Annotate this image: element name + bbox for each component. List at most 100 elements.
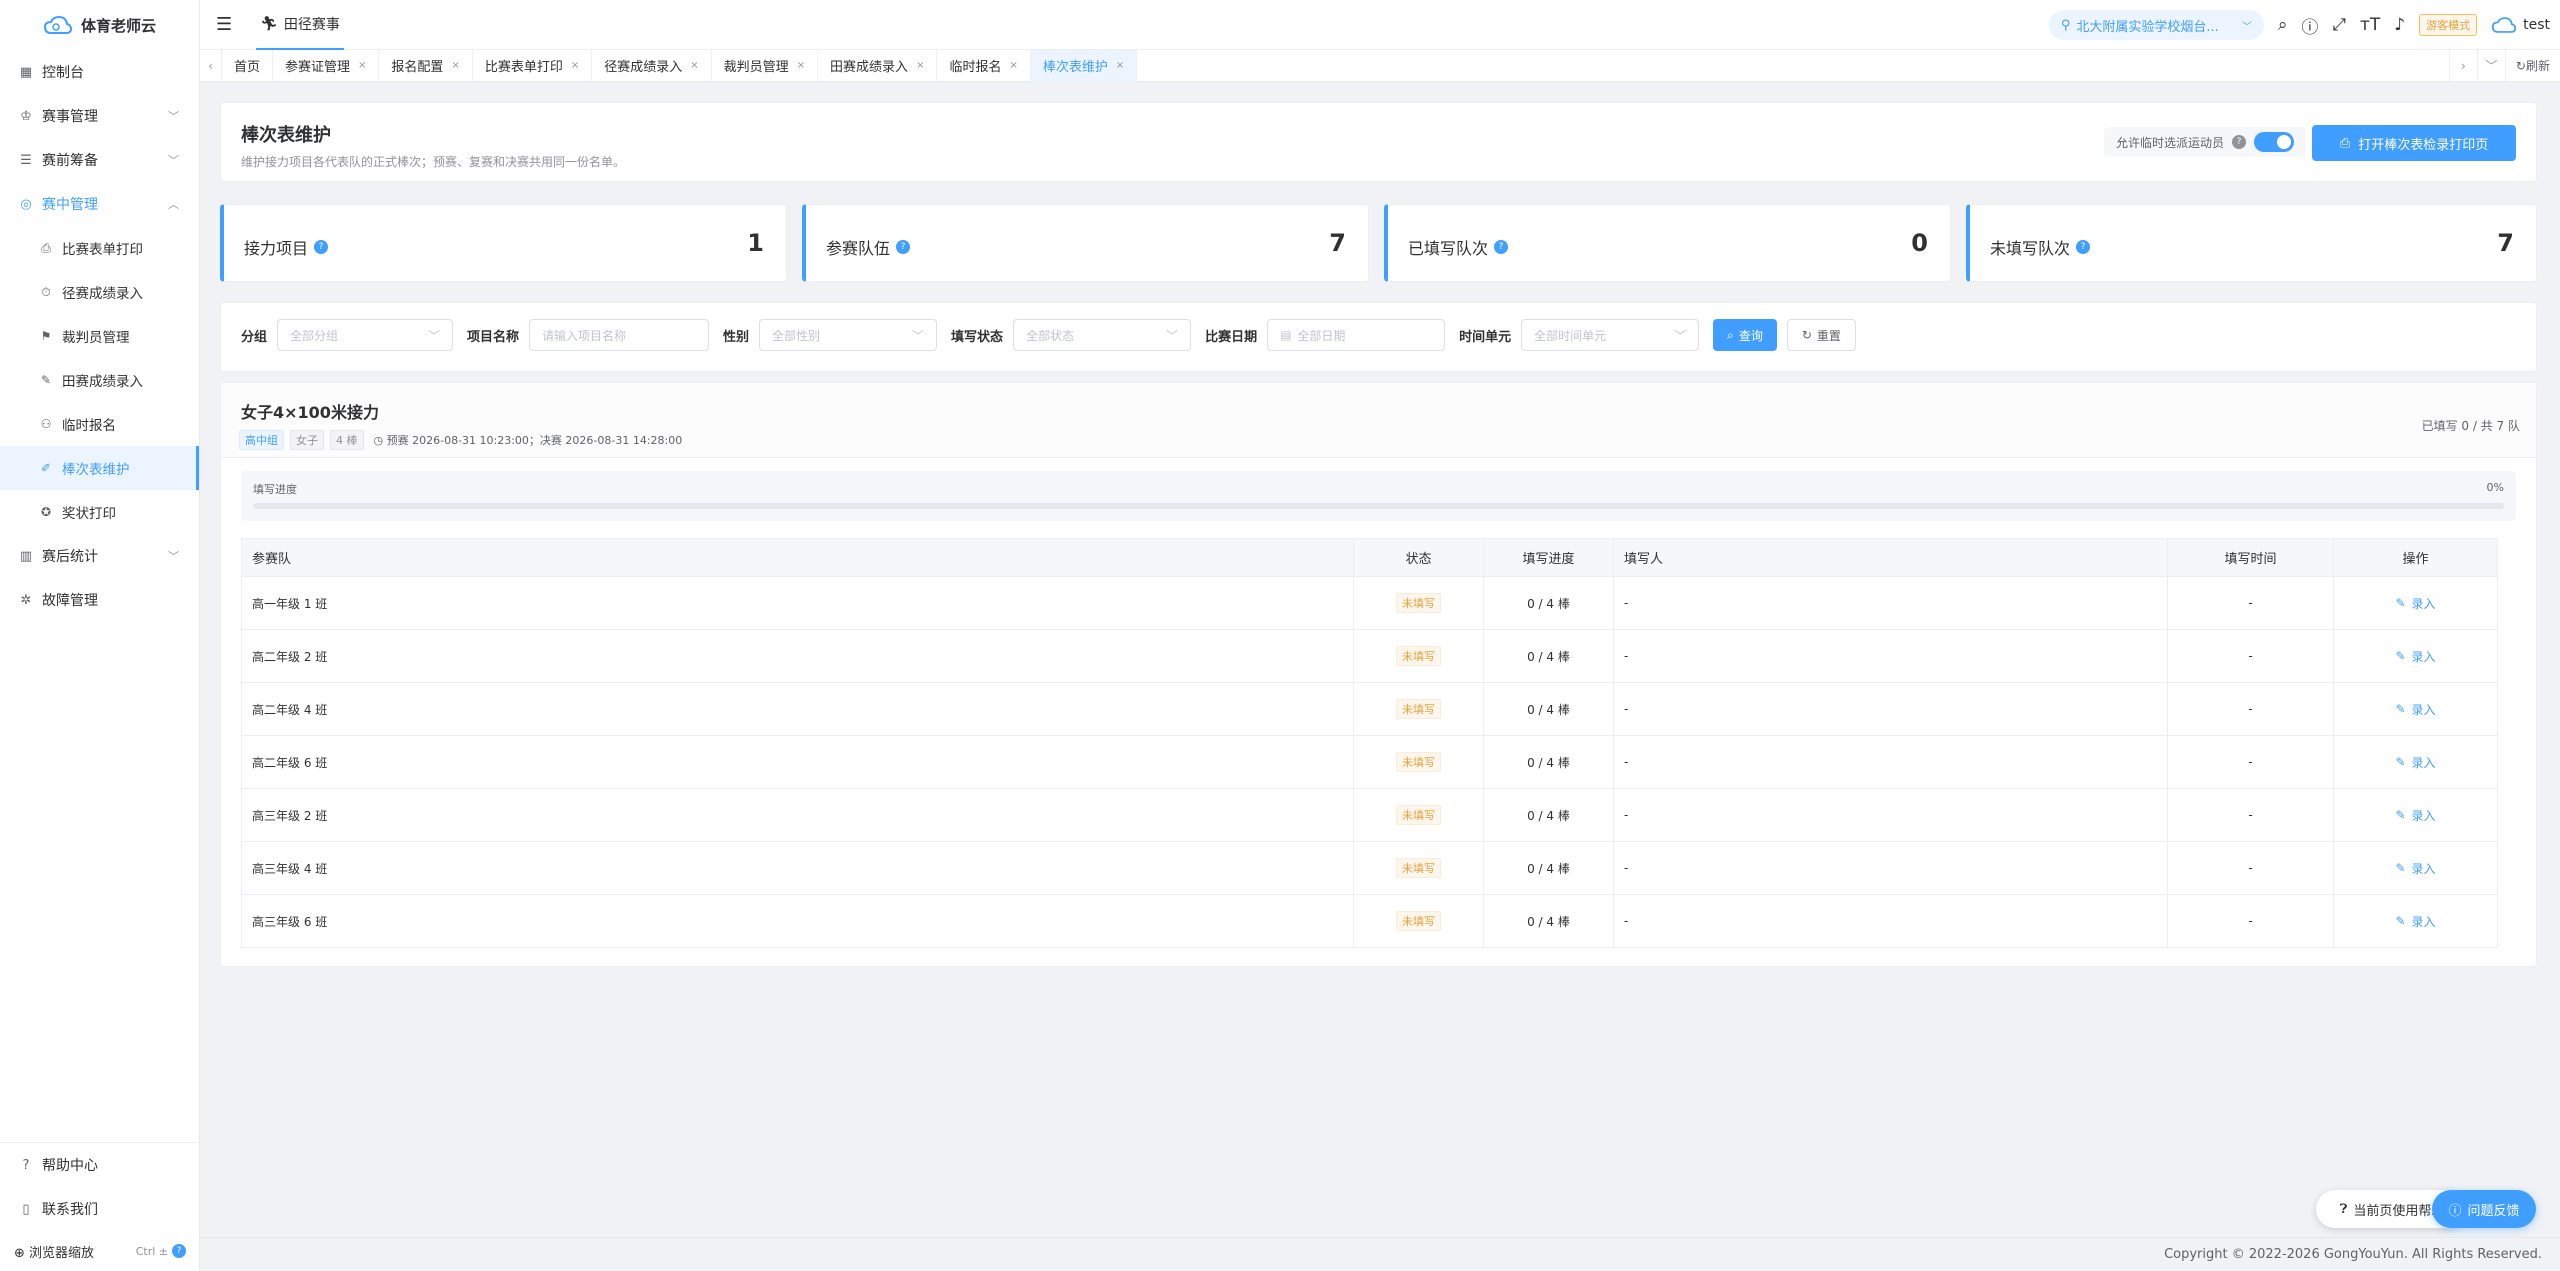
chevron-right-icon[interactable]: ›	[2448, 50, 2477, 82]
close-icon[interactable]: ×	[916, 60, 924, 71]
font-size-icon[interactable]: ᴛT	[2360, 15, 2380, 35]
close-icon[interactable]: ×	[358, 60, 366, 71]
table-row: 高三年级 2 班未填写 0 / 4 棒 - - ✎ 录入	[241, 788, 2498, 842]
close-icon[interactable]: ×	[571, 60, 579, 71]
team-cell: 高二年级 4 班	[241, 682, 1354, 736]
date-picker[interactable]: ▤ 全部日期	[1267, 319, 1446, 351]
group-select[interactable]: 全部分组 ﹀	[277, 319, 454, 351]
tag-track-results[interactable]: 径赛成绩录入 ×	[592, 49, 712, 82]
sidebar-item-in-match[interactable]: ◎ 赛中管理 ︿	[0, 182, 199, 226]
temp-athlete-toggle[interactable]	[2254, 132, 2294, 152]
enter-button[interactable]: ✎ 录入	[2395, 648, 2435, 665]
sidebar-item-stats[interactable]: ▥ 赛后统计 ﹀	[0, 534, 199, 578]
time-unit-select[interactable]: 全部时间单元 ﹀	[1521, 319, 1700, 351]
search-button[interactable]: ⌕ 查询	[1713, 319, 1777, 351]
sidebar-item-event-management[interactable]: ♔ 赛事管理 ﹀	[0, 94, 199, 138]
question-icon[interactable]: ?	[314, 240, 329, 254]
status-cell: 未填写	[1353, 682, 1484, 736]
sidebar-subitem-certificate-print[interactable]: ✪ 奖状打印	[0, 490, 199, 534]
event-name-input[interactable]: 请输入项目名称	[529, 319, 710, 351]
question-icon[interactable]: ?	[2232, 135, 2246, 149]
close-icon[interactable]: ×	[797, 60, 805, 71]
school-select[interactable]: ⚲ 北大附属实验学校烟台... ﹀	[2048, 10, 2264, 40]
user-menu[interactable]: test	[2491, 16, 2550, 34]
status-cell: 未填写	[1353, 629, 1484, 683]
sidebar-item-help[interactable]: ? 帮助中心	[0, 1143, 200, 1187]
question-icon[interactable]: ?	[896, 240, 911, 254]
time-unit-filter-label: 时间单元	[1459, 329, 1512, 345]
filter-row: 分组 全部分组 ﹀ 项目名称 请输入项目名称 性别 全部性别 ﹀ 填写状态 全部状态…	[241, 319, 1856, 351]
enter-label: 录入	[2411, 755, 2436, 770]
progress-cell: 0 / 4 棒	[1483, 894, 1614, 948]
zoom-hint: Ctrl ±?	[136, 1244, 186, 1258]
question-icon[interactable]: ?	[172, 1244, 186, 1258]
refresh-button[interactable]: ↻刷新	[2504, 50, 2560, 82]
bell-icon[interactable]: ♪	[2394, 15, 2405, 35]
sidebar-item-contact[interactable]: ▯ 联系我们	[0, 1187, 200, 1231]
sidebar-subitem-label: 裁判员管理	[62, 330, 130, 346]
close-icon[interactable]: ×	[1116, 60, 1124, 71]
sidebar-subitem-label: 奖状打印	[62, 506, 116, 522]
close-icon[interactable]: ×	[1009, 60, 1017, 71]
enter-button[interactable]: ✎ 录入	[2395, 807, 2435, 824]
chevron-left-icon[interactable]: ‹	[200, 49, 222, 82]
tag-registration-config[interactable]: 报名配置 ×	[379, 49, 473, 82]
browser-zoom-row[interactable]: ⊕ 浏览器缩放 Ctrl ±?	[0, 1231, 200, 1271]
status-select[interactable]: 全部状态 ﹀	[1013, 319, 1192, 351]
question-icon[interactable]: ?	[1494, 240, 1509, 254]
sidebar-subitem-field-results[interactable]: ✎ 田赛成绩录入	[0, 358, 199, 402]
tag-form-print[interactable]: 比赛表单打印 ×	[473, 49, 593, 82]
gender-select[interactable]: 全部性别 ﹀	[759, 319, 938, 351]
sidebar-subitem-referees[interactable]: ⚑ 裁判员管理	[0, 314, 199, 358]
status-badge: 未填写	[1396, 699, 1441, 719]
table-row: 高二年级 4 班未填写 0 / 4 棒 - - ✎ 录入	[241, 682, 2498, 736]
sidebar-item-bugs[interactable]: ✲ 故障管理	[0, 578, 199, 622]
sidebar-item-dashboard[interactable]: ▦ 控制台	[0, 50, 199, 94]
edit-icon: ✎	[2395, 649, 2406, 663]
enter-button[interactable]: ✎ 录入	[2395, 860, 2435, 877]
user-name: test	[2523, 17, 2550, 33]
tag-home[interactable]: 首页	[222, 49, 274, 82]
app-logo[interactable]: 体育老师云	[0, 0, 199, 50]
enter-button[interactable]: ✎ 录入	[2395, 595, 2435, 612]
select-placeholder: 全部状态	[1026, 328, 1075, 343]
menu-toggle-icon[interactable]: ☰	[216, 14, 232, 35]
calendar-icon: ▤	[1280, 328, 1292, 342]
filler-cell: -	[1613, 682, 2168, 736]
question-icon[interactable]: ?	[2076, 240, 2091, 254]
sidebar-item-prep[interactable]: ☰ 赛前筹备 ﹀	[0, 138, 199, 182]
filler-cell: -	[1613, 735, 2168, 789]
question-icon: ❓︎	[2339, 1201, 2348, 1217]
tag-field-results[interactable]: 田赛成绩录入 ×	[818, 49, 938, 82]
feedback-button[interactable]: ⓘ 问题反馈	[2432, 1190, 2536, 1228]
sidebar-subitem-label: 比赛表单打印	[62, 242, 143, 258]
enter-button[interactable]: ✎ 录入	[2395, 754, 2435, 771]
tags-view: ‹ 首页 参赛证管理 × 报名配置 × 比赛表单打印 × 径赛成绩录入 × 裁判员管理 ×…	[200, 49, 2560, 82]
phone-icon: ▯	[22, 1201, 30, 1217]
trophy-icon: ♔	[20, 108, 32, 124]
enter-button[interactable]: ✎ 录入	[2395, 913, 2435, 930]
search-icon: ⌕	[1727, 327, 1734, 342]
tag-badge-management[interactable]: 参赛证管理 ×	[273, 49, 380, 82]
reset-button[interactable]: ↻ 重置	[1786, 319, 1856, 351]
help-circle-icon[interactable]: ⓘ	[2301, 13, 2318, 38]
stat-value: 7	[2497, 229, 2514, 257]
tag-referees[interactable]: 裁判员管理 ×	[712, 49, 819, 82]
sidebar-subitem-track-results[interactable]: ⏱ 径赛成绩录入	[0, 270, 199, 314]
close-icon[interactable]: ×	[451, 60, 459, 71]
chevron-down-icon[interactable]: ﹀	[2476, 50, 2505, 82]
mode-badge: 游客模式	[2419, 14, 2478, 36]
fullscreen-icon[interactable]: ⤢	[2332, 15, 2346, 35]
module-tab[interactable]: 🏃︎ 田径赛事	[256, 0, 344, 50]
enter-button[interactable]: ✎ 录入	[2395, 701, 2435, 718]
sidebar-subitem-baton-order[interactable]: ✐ 棒次表维护	[0, 446, 199, 490]
sidebar-subitem-form-print[interactable]: ⎙ 比赛表单打印	[0, 226, 199, 270]
zoom-icon: ⊕	[14, 1245, 30, 1261]
open-print-page-button[interactable]: ⎙ 打开棒次表检录打印页	[2312, 125, 2516, 161]
search-icon[interactable]: ⌕	[2278, 15, 2288, 35]
progress-percent: 0%	[2486, 481, 2504, 494]
sidebar-subitem-temp-register[interactable]: ⚇ 临时报名	[0, 402, 199, 446]
close-icon[interactable]: ×	[690, 60, 698, 71]
tag-temp-register[interactable]: 临时报名 ×	[937, 49, 1031, 82]
tag-baton-order[interactable]: 棒次表维护 ×	[1030, 49, 1138, 82]
